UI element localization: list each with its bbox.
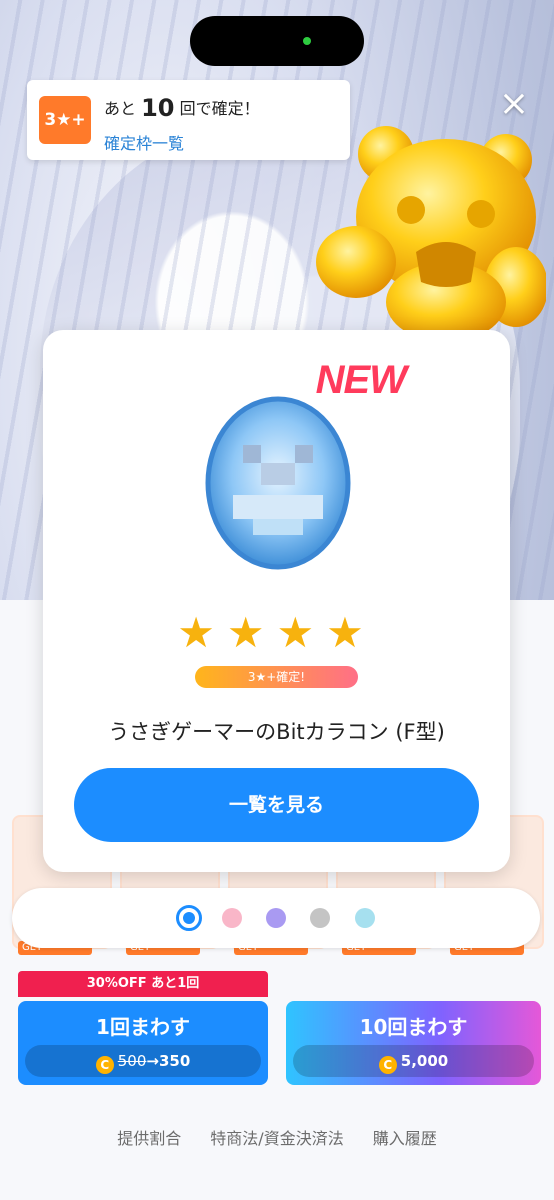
rarity-stars: ★★★★ bbox=[177, 608, 376, 657]
rarity-badge: 3★+ bbox=[39, 96, 91, 144]
coin-icon: C bbox=[95, 1056, 114, 1074]
spin-ten-label: 10回まわす bbox=[359, 1015, 468, 1039]
legal-link[interactable]: 特商法/資金決済法 bbox=[210, 1129, 343, 1148]
coin-icon: C bbox=[378, 1056, 397, 1074]
pager-dot[interactable] bbox=[222, 908, 242, 928]
spin-ten-button[interactable]: 10回まわす C 5,000 bbox=[286, 1001, 541, 1085]
remaining-count-text: あと 10 回で確定！ bbox=[104, 94, 260, 122]
close-icon[interactable]: × bbox=[496, 86, 532, 122]
result-modal: NEW ★★★★ 3★+確定! うさぎゲーマーのBitカラコン (F型) 一覧を… bbox=[43, 330, 510, 872]
rates-link[interactable]: 提供割合 bbox=[117, 1129, 181, 1148]
item-image-lens bbox=[205, 396, 351, 570]
footer-links: 提供割合 特商法/資金決済法 購入履歴 bbox=[0, 1125, 554, 1149]
price-arrow: → bbox=[146, 1052, 159, 1070]
spin-ten-price: C 5,000 bbox=[293, 1045, 534, 1077]
guarantee-list-link[interactable]: 確定枠一覧 bbox=[104, 130, 184, 154]
spin-once-button[interactable]: 1回まわす C 500→350 bbox=[18, 1001, 268, 1085]
pager-dot[interactable] bbox=[266, 908, 286, 928]
color-variant-pager bbox=[12, 888, 540, 948]
price-value: 5,000 bbox=[400, 1052, 449, 1070]
camera-indicator-dot bbox=[303, 37, 311, 45]
pager-dot-selected[interactable] bbox=[176, 905, 202, 931]
remaining-count: 10 bbox=[141, 94, 175, 122]
old-price: 500 bbox=[117, 1052, 147, 1070]
gold-bear-figure bbox=[316, 126, 546, 342]
item-name: うさぎゲーマーのBitカラコン (F型) bbox=[108, 720, 445, 744]
spin-once-label: 1回まわす bbox=[96, 1015, 190, 1039]
new-price: 350 bbox=[158, 1052, 191, 1070]
view-list-button[interactable]: 一覧を見る bbox=[74, 768, 479, 842]
guarantee-badge: 3★+確定! bbox=[195, 666, 358, 688]
pager-dot[interactable] bbox=[355, 908, 375, 928]
purchase-history-link[interactable]: 購入履歴 bbox=[373, 1129, 437, 1148]
remaining-suffix: 回で確定！ bbox=[179, 99, 260, 118]
dynamic-island bbox=[190, 16, 364, 66]
discount-label: 30%OFF あと1回 bbox=[18, 971, 268, 997]
pager-dot[interactable] bbox=[310, 908, 330, 928]
spin-once-price: C 500→350 bbox=[25, 1045, 261, 1077]
guarantee-banner: 3★+ あと 10 回で確定！ 確定枠一覧 bbox=[27, 80, 350, 160]
remaining-prefix: あと bbox=[104, 99, 137, 118]
